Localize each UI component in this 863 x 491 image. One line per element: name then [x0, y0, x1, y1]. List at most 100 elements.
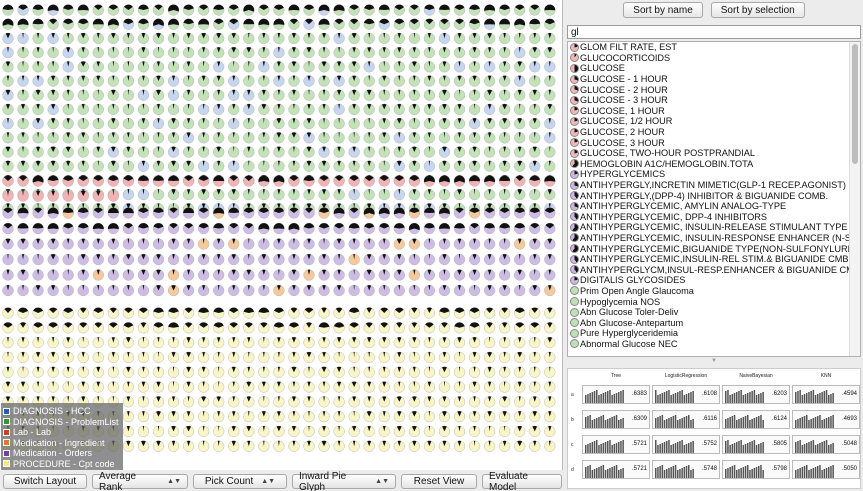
pie-glyph[interactable] — [333, 4, 345, 16]
pie-glyph[interactable] — [137, 366, 150, 378]
pie-glyph[interactable] — [333, 175, 345, 187]
pie-glyph[interactable] — [213, 189, 225, 201]
pie-glyph[interactable] — [423, 284, 436, 297]
pie-glyph[interactable] — [484, 4, 496, 16]
pie-glyph[interactable] — [529, 238, 541, 250]
model-score-cell[interactable]: .4594 — [792, 385, 860, 404]
pie-glyph[interactable] — [514, 207, 526, 219]
pie-glyph[interactable] — [183, 222, 195, 235]
pie-glyph[interactable] — [152, 425, 165, 438]
pie-glyph[interactable] — [438, 160, 451, 172]
pie-glyph[interactable] — [183, 160, 195, 172]
pie-glyph[interactable] — [423, 117, 436, 130]
pie-glyph[interactable] — [348, 222, 360, 235]
pie-glyph[interactable] — [393, 411, 405, 423]
pie-glyph[interactable] — [288, 146, 300, 158]
pie-glyph[interactable] — [288, 396, 300, 408]
pie-glyph[interactable] — [318, 366, 330, 378]
pie-glyph[interactable] — [453, 396, 466, 408]
pie-glyph[interactable] — [62, 18, 74, 30]
pie-glyph[interactable] — [363, 307, 375, 319]
pie-glyph[interactable] — [122, 189, 134, 201]
model-score-cell[interactable]: .5721 — [582, 435, 650, 454]
concept-list-item[interactable]: Abnormal Glucose NEC — [568, 339, 850, 350]
pie-glyph[interactable] — [273, 366, 285, 378]
pie-glyph[interactable] — [183, 117, 195, 130]
model-score-cell[interactable]: .6203 — [722, 385, 790, 404]
pie-glyph[interactable] — [499, 175, 511, 187]
pie-glyph[interactable] — [468, 238, 481, 250]
pie-glyph[interactable] — [438, 18, 451, 30]
pie-glyph[interactable] — [303, 269, 315, 281]
pie-glyph[interactable] — [514, 269, 526, 281]
pie-glyph[interactable] — [318, 32, 330, 45]
pie-glyph[interactable] — [499, 381, 511, 393]
pie-glyph[interactable] — [363, 4, 375, 16]
pie-glyph[interactable] — [499, 189, 511, 201]
concept-list-item[interactable]: Pure Hyperglyceridemia — [568, 328, 850, 339]
concept-list-item[interactable]: ANTIHYPERGLYCEMIC, INSULIN-RESPONSE ENHA… — [568, 233, 850, 244]
pie-glyph[interactable] — [484, 146, 496, 158]
pie-glyph[interactable] — [198, 189, 210, 201]
pie-glyph[interactable] — [273, 253, 285, 266]
pie-glyph[interactable] — [348, 351, 360, 364]
pie-glyph[interactable] — [438, 253, 451, 266]
pie-glyph[interactable] — [183, 307, 195, 319]
pie-glyph[interactable] — [77, 366, 89, 378]
pie-glyph[interactable] — [213, 440, 225, 452]
pie-glyph[interactable] — [228, 425, 240, 438]
pie-glyph[interactable] — [499, 269, 511, 281]
pie-glyph[interactable] — [318, 103, 330, 116]
pie-glyph[interactable] — [77, 337, 89, 349]
pie-glyph[interactable] — [484, 425, 496, 438]
pie-glyph[interactable] — [378, 4, 390, 16]
pie-glyph[interactable] — [514, 366, 526, 378]
pie-glyph[interactable] — [258, 18, 270, 30]
pie-glyph[interactable] — [2, 18, 14, 30]
pie-glyph[interactable] — [243, 89, 255, 101]
pie-glyph[interactable] — [77, 222, 89, 235]
pie-glyph[interactable] — [484, 366, 496, 378]
pie-glyph[interactable] — [62, 117, 74, 130]
pie-glyph[interactable] — [363, 103, 375, 116]
pie-glyph[interactable] — [378, 238, 390, 250]
pie-glyph[interactable] — [393, 351, 405, 364]
pie-glyph[interactable] — [378, 175, 390, 187]
pie-glyph[interactable] — [167, 18, 180, 30]
pie-glyph[interactable] — [408, 284, 420, 297]
pie-glyph[interactable] — [228, 175, 240, 187]
pie-glyph[interactable] — [62, 238, 74, 250]
pie-glyph[interactable] — [484, 337, 496, 349]
pie-glyph[interactable] — [77, 253, 89, 266]
pie-glyph[interactable] — [453, 366, 466, 378]
pie-glyph[interactable] — [32, 18, 44, 30]
pie-glyph[interactable] — [499, 366, 511, 378]
pie-glyph[interactable] — [348, 18, 360, 30]
pie-glyph[interactable] — [363, 75, 375, 87]
pie-glyph[interactable] — [273, 381, 285, 393]
pie-glyph[interactable] — [62, 322, 74, 334]
pie-glyph[interactable] — [122, 160, 134, 172]
pie-glyph[interactable] — [514, 284, 526, 297]
pie-glyph[interactable] — [152, 32, 165, 45]
pie-glyph[interactable] — [198, 207, 210, 219]
pie-glyph[interactable] — [423, 337, 436, 349]
pie-glyph[interactable] — [273, 61, 285, 73]
pie-glyph[interactable] — [468, 75, 481, 87]
concept-list-item[interactable]: Abn Glucose-Antepartum — [568, 317, 850, 328]
pie-glyph[interactable] — [228, 207, 240, 219]
pie-glyph[interactable] — [333, 146, 345, 158]
pie-glyph[interactable] — [243, 238, 255, 250]
pie-glyph[interactable] — [333, 61, 345, 73]
pie-glyph[interactable] — [137, 46, 150, 59]
pie-glyph[interactable] — [544, 18, 556, 30]
reset-view-button[interactable]: Reset View — [401, 474, 477, 489]
pie-glyph[interactable] — [484, 160, 496, 172]
pie-glyph[interactable] — [468, 366, 481, 378]
pie-glyph[interactable] — [47, 190, 59, 202]
pie-glyph[interactable] — [122, 175, 134, 187]
pie-glyph[interactable] — [167, 132, 180, 144]
pie-glyph[interactable] — [213, 103, 225, 116]
pie-glyph[interactable] — [167, 222, 180, 235]
pie-glyph[interactable] — [544, 366, 556, 378]
